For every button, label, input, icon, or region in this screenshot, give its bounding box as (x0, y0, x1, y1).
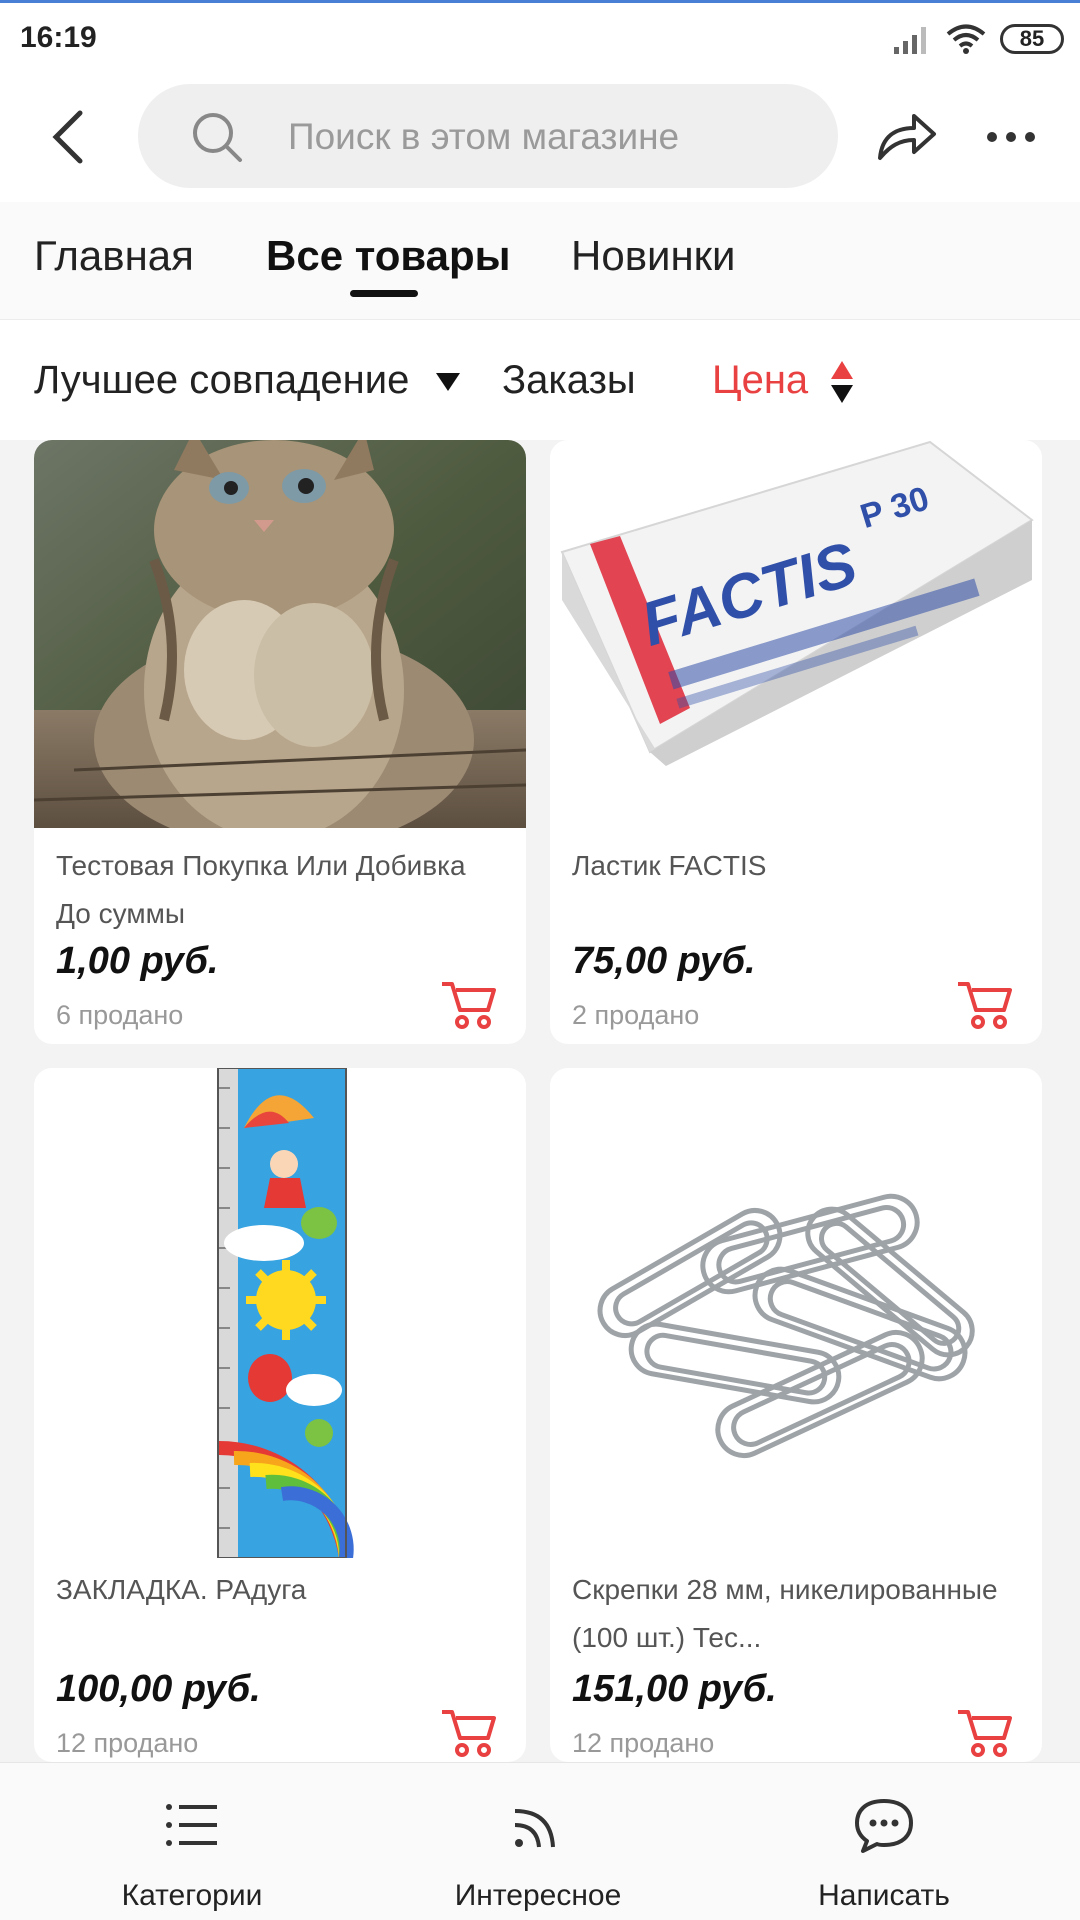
tab-new[interactable]: Новинки (571, 232, 736, 280)
wifi-icon (946, 24, 986, 54)
sort-price[interactable]: Цена (712, 358, 855, 405)
add-to-cart-button[interactable] (956, 1704, 1012, 1760)
feed-icon (514, 1809, 555, 1848)
product-title: Ластик FACTIS (572, 850, 767, 881)
cart-icon (442, 982, 496, 1029)
nav-write[interactable]: Написать (734, 1763, 1034, 1920)
product-image-paperclips (550, 1068, 1042, 1558)
list-icon (166, 1804, 217, 1846)
product-price: 1,00 руб. (56, 940, 219, 982)
cart-icon (958, 982, 1012, 1029)
product-image-bookmark (34, 1068, 526, 1558)
nav-write-label: Написать (818, 1879, 950, 1912)
sort-bar: Лучшее совпадение Заказы Цена (0, 320, 1080, 440)
product-title: Скрепки 28 мм, никелированные (100 шт.) … (572, 1574, 998, 1653)
product-price: 100,00 руб. (56, 1668, 261, 1710)
product-image-kitten (34, 440, 526, 828)
sort-arrows-icon (831, 361, 854, 404)
nav-interesting[interactable]: Интересное (388, 1763, 688, 1920)
battery-indicator: 85 (1000, 24, 1064, 54)
search-input[interactable]: Поиск в этом магазине (138, 84, 838, 188)
more-dots-icon (987, 132, 1035, 142)
product-card[interactable]: Тестовая Покупка Или Добивка До суммы 1,… (34, 440, 526, 1044)
tab-home[interactable]: Главная (34, 232, 194, 280)
add-to-cart-button[interactable] (440, 976, 496, 1032)
dropdown-triangle-icon (436, 373, 461, 392)
sort-best-match[interactable]: Лучшее совпадение (34, 358, 462, 403)
product-title: Тестовая Покупка Или Добивка До суммы (56, 850, 466, 929)
status-bar: 16:19 85 (0, 0, 1080, 72)
search-placeholder: Поиск в этом магазине (288, 116, 680, 157)
more-options-button[interactable] (976, 102, 1046, 172)
nav-categories[interactable]: Категории (42, 1763, 342, 1920)
active-tab-indicator (350, 290, 418, 297)
product-sold-count: 12 продано (572, 1728, 715, 1758)
product-sold-count: 2 продано (572, 1000, 700, 1030)
cart-icon (958, 1710, 1012, 1757)
search-icon (193, 113, 242, 162)
sort-orders[interactable]: Заказы (502, 358, 636, 403)
product-sold-count: 6 продано (56, 1000, 184, 1030)
add-to-cart-button[interactable] (440, 1704, 496, 1760)
sort-best-match-label: Лучшее совпадение (34, 358, 410, 402)
tab-all-products[interactable]: Все товары (266, 232, 511, 280)
product-image-eraser: FACTIS P 30 (550, 440, 1042, 828)
add-to-cart-button[interactable] (956, 976, 1012, 1032)
nav-categories-label: Категории (121, 1879, 263, 1912)
back-arrow-icon (52, 110, 83, 164)
cart-icon (442, 1710, 496, 1757)
product-price: 151,00 руб. (572, 1668, 777, 1710)
chat-icon (855, 1799, 913, 1853)
product-card[interactable]: Скрепки 28 мм, никелированные (100 шт.) … (550, 1068, 1042, 1762)
nav-interesting-label: Интересное (454, 1879, 622, 1912)
bottom-navigation: Категории Интересное Написать (0, 1762, 1080, 1920)
product-title: ЗАКЛАДКА. РАдуга (56, 1574, 307, 1605)
share-button[interactable] (872, 102, 942, 172)
product-sold-count: 12 продано (56, 1728, 199, 1758)
header: Поиск в этом магазине (0, 72, 1080, 202)
back-button[interactable] (36, 102, 100, 172)
sort-price-label: Цена (712, 358, 809, 402)
status-icons: 85 (892, 19, 1064, 59)
share-icon (878, 114, 936, 160)
product-card[interactable]: ЗАКЛАДКА. РАдуга 100,00 руб. 12 продано (34, 1068, 526, 1762)
product-price: 75,00 руб. (572, 940, 756, 982)
product-card[interactable]: FACTIS P 30 Ластик FACTIS 75,00 руб. 2 п… (550, 440, 1042, 1044)
signal-icon (894, 27, 926, 54)
status-time: 16:19 (20, 21, 97, 54)
tab-bar: Главная Все товары Новинки (0, 202, 1080, 320)
